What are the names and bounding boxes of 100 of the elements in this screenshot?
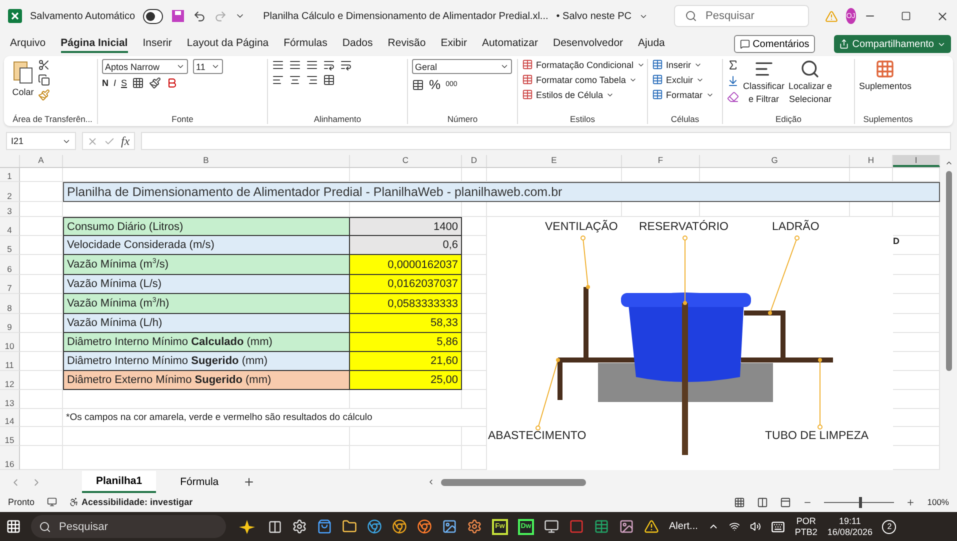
row-header[interactable]: 3 [0, 202, 20, 217]
menu-tab[interactable]: Layout da Página [186, 35, 269, 53]
font-name-field[interactable]: Aptos Narrow [102, 59, 188, 74]
language-indicator[interactable]: POR [796, 516, 816, 526]
menu-tab[interactable]: Desenvolvedor [553, 35, 624, 53]
grid-cell[interactable] [20, 202, 63, 217]
align-top-icon[interactable] [272, 59, 284, 71]
menu-tab[interactable]: Inserir [142, 35, 172, 53]
spreadsheet-app-icon[interactable] [594, 519, 609, 534]
sum-icon[interactable] [727, 59, 739, 71]
align-right-icon[interactable] [306, 74, 318, 86]
find-select-button[interactable]: Localizar e Selecionar [788, 59, 832, 114]
add-ins-button[interactable]: Suplementos [859, 59, 912, 114]
row-header[interactable]: 6 [0, 255, 20, 275]
task-view-icon[interactable] [268, 520, 282, 534]
grid-cell[interactable] [63, 390, 350, 409]
share-button[interactable]: Compartilhamento [834, 35, 951, 53]
grid-cell[interactable] [462, 202, 487, 217]
alert-text[interactable]: Alert... [669, 521, 698, 532]
grid-cell[interactable] [350, 390, 462, 409]
row-header[interactable]: 15 [0, 427, 20, 446]
page-break-icon[interactable] [780, 496, 792, 508]
plus-icon[interactable] [906, 498, 916, 506]
taskbar-search-field[interactable]: Pesquisar [31, 515, 226, 538]
page-layout-icon[interactable] [757, 496, 768, 508]
sort-filter-button[interactable]: Classificar e Filtrar [743, 59, 785, 114]
fill-color-icon[interactable] [149, 77, 162, 89]
windows-start-icon[interactable] [6, 519, 21, 534]
row-header[interactable]: 7 [0, 275, 20, 294]
row-header[interactable]: 10 [0, 333, 20, 352]
column-header[interactable]: E [487, 155, 622, 167]
folder-icon[interactable] [342, 519, 357, 534]
copy-icon[interactable] [38, 74, 50, 86]
accessibility-button[interactable]: Acessibilidade: investigar [68, 497, 193, 507]
name-box[interactable]: I21 [6, 132, 76, 150]
grid-cell[interactable] [350, 427, 462, 446]
row-header[interactable]: 11 [0, 352, 20, 371]
store-icon[interactable] [317, 519, 332, 534]
row-header[interactable]: 4 [0, 217, 20, 236]
row-header[interactable]: 16 [0, 446, 20, 470]
menu-tab[interactable]: Arquivo [10, 35, 46, 53]
autosave-toggle[interactable] [143, 8, 164, 24]
menu-tab[interactable]: Dados [342, 35, 373, 53]
sheet-tab[interactable]: Fórmula [166, 471, 233, 493]
save-icon[interactable] [171, 9, 186, 23]
comments-button[interactable]: Comentários [734, 35, 816, 53]
menu-tab[interactable]: Revisão [388, 35, 426, 53]
align-center-icon[interactable] [289, 74, 301, 86]
column-header[interactable]: I [893, 155, 940, 167]
settings-icon[interactable] [292, 519, 307, 534]
menu-tab[interactable]: Exibir [440, 35, 467, 53]
app-icon[interactable] [619, 519, 634, 534]
browser-icon[interactable] [392, 519, 407, 534]
column-header[interactable]: C [350, 155, 462, 167]
wrap-text-icon[interactable] [340, 59, 352, 71]
row-header[interactable]: 2 [0, 182, 20, 202]
row-header[interactable]: 13 [0, 390, 20, 409]
italic-button[interactable]: I [114, 78, 116, 88]
underline-button[interactable]: S [121, 78, 128, 88]
column-header[interactable]: F [622, 155, 700, 167]
notification-badge[interactable]: 2 [882, 520, 896, 534]
row-header[interactable]: 9 [0, 314, 20, 333]
scissors-icon[interactable] [38, 59, 50, 71]
photos-icon[interactable] [442, 519, 457, 534]
number-format-field[interactable]: Geral [412, 59, 512, 74]
redo-icon[interactable] [214, 10, 228, 22]
grid-cell[interactable] [63, 427, 350, 446]
zoom-level[interactable]: 100% [927, 497, 949, 507]
merge-icon[interactable] [323, 74, 335, 86]
fill-down-icon[interactable] [727, 75, 739, 87]
bold-button[interactable]: N [102, 78, 108, 88]
close-icon[interactable] [936, 10, 950, 22]
maximize-icon[interactable] [900, 11, 911, 21]
cells-menu-button[interactable]: Formatar [652, 89, 714, 100]
styles-menu-button[interactable]: Formatação Condicional [522, 59, 645, 70]
clock-date[interactable]: 16/08/2026 [827, 526, 872, 537]
column-header[interactable]: A [20, 155, 63, 167]
row-header[interactable]: 1 [0, 168, 20, 182]
grid-cell[interactable] [20, 390, 63, 409]
language-indicator[interactable]: PTB2 [794, 526, 818, 537]
percent-button[interactable]: % [429, 77, 441, 92]
undo-icon[interactable] [193, 10, 206, 22]
borders-icon[interactable] [132, 77, 144, 89]
cells-menu-button[interactable]: Inserir [652, 59, 714, 70]
browser-icon[interactable] [417, 519, 432, 534]
formula-input[interactable] [140, 132, 951, 150]
styles-menu-button[interactable]: Estilos de Célula [522, 89, 645, 100]
paste-button[interactable]: Colar [12, 59, 34, 114]
row-header[interactable]: 12 [0, 371, 20, 390]
grid-cell[interactable] [20, 409, 63, 427]
menu-tab[interactable]: Ajuda [638, 35, 665, 53]
normal-view-icon[interactable] [734, 496, 746, 508]
font-size-field[interactable]: 11 [193, 59, 223, 74]
clock-time[interactable]: 19:11 [839, 516, 861, 526]
menu-tab[interactable]: Automatizar [482, 35, 538, 53]
search-field[interactable]: Pesquisar [674, 5, 809, 27]
row-header[interactable]: 8 [0, 294, 20, 314]
menu-tab[interactable]: Fórmulas [284, 35, 328, 53]
cells-menu-button[interactable]: Excluir [652, 74, 714, 85]
eraser-icon[interactable] [727, 91, 739, 103]
